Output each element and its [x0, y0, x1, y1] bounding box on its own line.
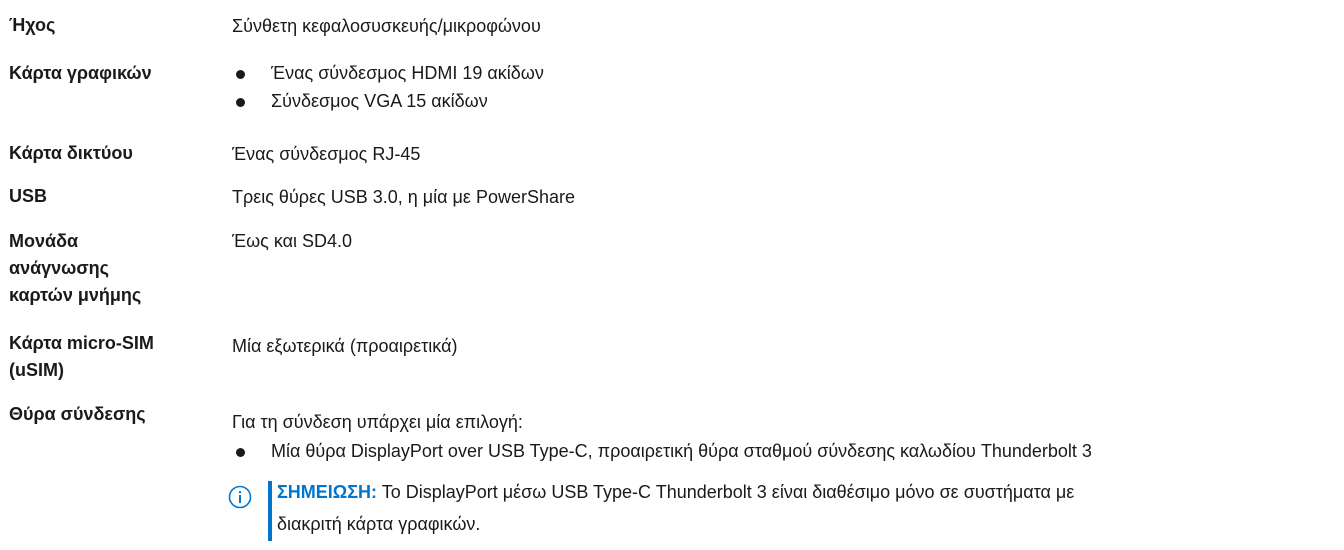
list-item-text: Μία θύρα DisplayPort over USB Type-C, πρ… — [271, 441, 1092, 461]
spec-table: Ήχος Σύνθετη κεφαλοσυσκευής/μικροφώνου Κ… — [0, 0, 1344, 550]
spec-label-micro-sim: Κάρτα micro-SIM (uSIM) — [9, 330, 209, 384]
spec-label-line: Κάρτα micro-SIM — [9, 333, 154, 353]
spec-value-audio: Σύνθετη κεφαλοσυσκευής/μικροφώνου — [232, 16, 541, 36]
info-icon — [228, 485, 252, 509]
spec-value-docking: Μία θύρα DisplayPort over USB Type-C, πρ… — [232, 437, 1344, 465]
spec-label-usb: USB — [9, 186, 48, 206]
spec-value-card-reader: Έως και SD4.0 — [232, 231, 353, 251]
bullet-icon — [236, 448, 245, 457]
spec-label-graphics: Κάρτα γραφικών — [9, 63, 152, 83]
note-accent-bar — [268, 481, 272, 541]
spec-docking-intro: Για τη σύνδεση υπάρχει μία επιλογή: — [232, 412, 523, 432]
spec-label-line: καρτών μνήμης — [9, 285, 142, 305]
list-item: Σύνδεσμος VGA 15 ακίδων — [232, 87, 1332, 115]
spec-label-audio: Ήχος — [9, 15, 56, 35]
spec-label-line: ανάγνωσης — [9, 258, 110, 278]
spec-label-card-reader: Μονάδα ανάγνωσης καρτών μνήμης — [9, 228, 209, 309]
spec-label-network: Κάρτα δικτύου — [9, 143, 133, 163]
spec-label-line: (uSIM) — [9, 360, 64, 380]
list-item: Ένας σύνδεσμος HDMI 19 ακίδων — [232, 59, 1332, 87]
spec-value-usb: Τρεις θύρες USB 3.0, η μία με PowerShare — [232, 187, 576, 207]
bullet-icon — [236, 98, 245, 107]
bullet-icon — [236, 70, 245, 79]
note-heading: ΣΗΜΕΙΩΣΗ: — [277, 482, 378, 502]
note-text: ΣΗΜΕΙΩΣΗ: Το DisplayPort μέσω USB Type-C… — [277, 476, 1337, 540]
note-body-line1: Το DisplayPort μέσω USB Type-C Thunderbo… — [381, 482, 1075, 502]
note-line: ΣΗΜΕΙΩΣΗ: Το DisplayPort μέσω USB Type-C… — [277, 476, 1337, 508]
list-item-text: Σύνδεσμος VGA 15 ακίδων — [271, 91, 488, 111]
spec-value-graphics: Ένας σύνδεσμος HDMI 19 ακίδων Σύνδεσμος … — [232, 59, 1332, 115]
spec-label-line: Μονάδα — [9, 231, 79, 251]
list-item: Μία θύρα DisplayPort over USB Type-C, πρ… — [232, 437, 1344, 465]
spec-value-network: Ένας σύνδεσμος RJ-45 — [232, 144, 421, 164]
note-body-line2: διακριτή κάρτα γραφικών. — [277, 514, 481, 534]
spec-label-docking: Θύρα σύνδεσης — [9, 404, 146, 424]
list-item-text: Ένας σύνδεσμος HDMI 19 ακίδων — [271, 63, 544, 83]
spec-value-micro-sim: Μία εξωτερικά (προαιρετικά) — [232, 336, 458, 356]
